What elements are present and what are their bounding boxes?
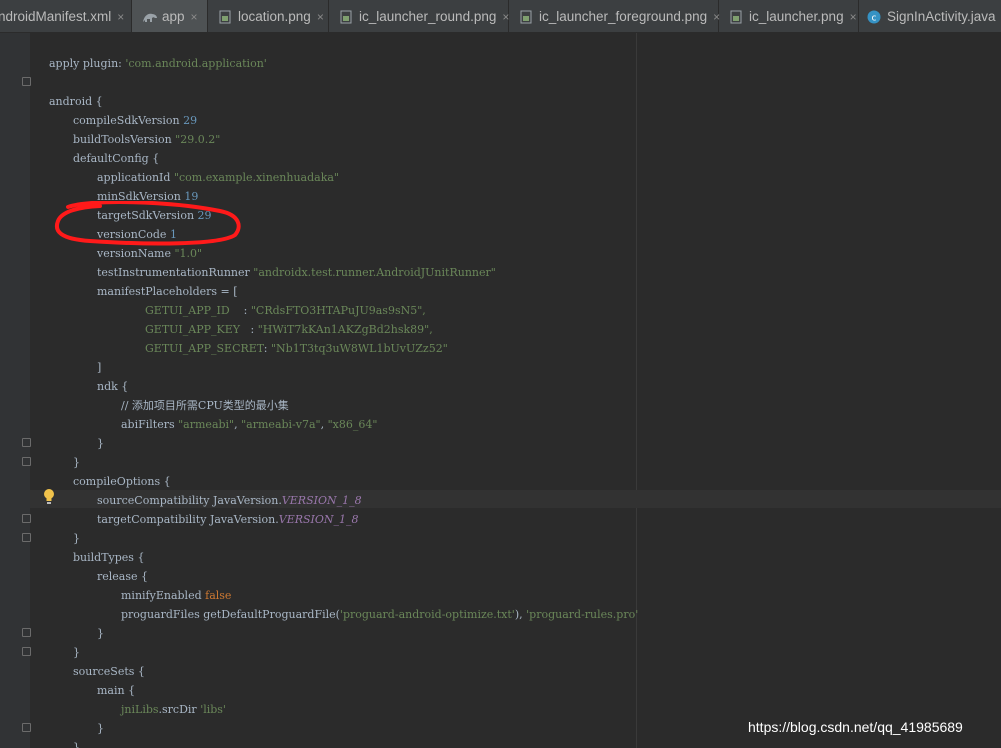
tab-ic-launcher[interactable]: ic_launcher.png × — [719, 0, 859, 32]
java-class-icon: c — [867, 10, 881, 24]
code-line: jniLibs.srcDir 'libs' — [121, 703, 226, 716]
watermark-text: https://blog.csdn.net/qq_41985689 — [748, 719, 963, 735]
code-line: applicationId "com.example.xinenhuadaka" — [97, 171, 339, 184]
code-line: compileSdkVersion 29 — [73, 114, 198, 127]
code-line: ndk { — [97, 380, 129, 393]
tab-app[interactable]: app × — [132, 0, 208, 32]
fold-icon[interactable] — [22, 533, 31, 542]
tab-ic-launcher-foreground[interactable]: ic_launcher_foreground.png × — [509, 0, 720, 32]
code-line: } — [73, 646, 80, 659]
right-margin-guide — [636, 33, 637, 748]
editor-tab-bar: ndroidManifest.xml × app × location.png … — [0, 0, 1001, 33]
close-icon[interactable]: × — [850, 10, 857, 24]
code-line: targetCompatibility JavaVersion.VERSION_… — [97, 513, 359, 526]
lightbulb-icon[interactable] — [42, 488, 56, 506]
tab-label: ic_launcher.png — [749, 9, 844, 24]
code-line: buildTypes { — [73, 551, 145, 564]
tab-label: location.png — [238, 9, 311, 24]
code-line: } — [97, 722, 104, 735]
code-line: GETUI_APP_SECRET: "Nb1T3tq3uW8WL1bUvUZz5… — [145, 342, 448, 355]
fold-icon[interactable] — [22, 457, 31, 466]
code-line: compileOptions { — [73, 475, 171, 488]
code-editor[interactable]: apply plugin: 'com.android.application' … — [0, 33, 1001, 748]
editor-gutter — [0, 33, 30, 748]
code-line: manifestPlaceholders = [ — [97, 285, 238, 298]
svg-text:c: c — [872, 13, 877, 23]
code-line: // 添加项目所需CPU类型的最小集 — [121, 399, 289, 412]
tab-label: ic_launcher_foreground.png — [539, 9, 708, 24]
fold-icon[interactable] — [22, 77, 31, 86]
code-line: sourceCompatibility JavaVersion.VERSION_… — [97, 494, 362, 507]
code-line: } — [73, 532, 80, 545]
image-file-icon — [339, 10, 353, 24]
tab-location-png[interactable]: location.png × — [208, 0, 329, 32]
close-icon[interactable]: × — [317, 10, 324, 24]
code-line: defaultConfig { — [73, 152, 160, 165]
code-line: apply plugin: 'com.android.application' — [49, 57, 267, 70]
code-line: ] — [97, 361, 102, 374]
tab-label: ndroidManifest.xml — [0, 9, 112, 24]
gradle-icon — [142, 10, 157, 24]
code-line: GETUI_APP_KEY : "HWiT7kKAn1AKZgBd2hsk89"… — [145, 323, 433, 336]
code-line: proguardFiles getDefaultProguardFile('pr… — [121, 608, 639, 621]
fold-icon[interactable] — [22, 438, 31, 447]
tab-android-manifest[interactable]: ndroidManifest.xml × — [0, 0, 132, 32]
fold-icon[interactable] — [22, 628, 31, 637]
code-line: } — [97, 437, 104, 450]
code-line: minSdkVersion 19 — [97, 190, 199, 203]
code-line: } — [97, 627, 104, 640]
tab-signin-activity[interactable]: c SignInActivity.java — [859, 0, 1001, 32]
code-line: android { — [49, 95, 103, 108]
image-file-icon — [218, 10, 232, 24]
image-file-icon — [519, 10, 533, 24]
code-line: GETUI_APP_ID : "CRdsFTO3HTAPuJU9as9sN5", — [145, 304, 426, 317]
tab-label: ic_launcher_round.png — [359, 9, 497, 24]
code-line: buildToolsVersion "29.0.2" — [73, 133, 221, 146]
tab-label: app — [162, 9, 185, 24]
close-icon[interactable]: × — [191, 10, 198, 24]
code-line: minifyEnabled false — [121, 589, 232, 602]
code-line: } — [73, 456, 80, 469]
code-line: sourceSets { — [73, 665, 145, 678]
fold-icon[interactable] — [22, 723, 31, 732]
red-annotation-circle — [54, 201, 241, 246]
code-line: } — [73, 741, 80, 748]
fold-icon[interactable] — [22, 514, 31, 523]
close-icon[interactable]: × — [117, 10, 124, 24]
image-file-icon — [729, 10, 743, 24]
fold-icon[interactable] — [22, 647, 31, 656]
code-line: main { — [97, 684, 136, 697]
code-line: } — [35, 738, 56, 748]
code-line: release { — [97, 570, 149, 583]
tab-label: SignInActivity.java — [887, 9, 996, 24]
code-line: abiFilters "armeabi", "armeabi-v7a", "x8… — [121, 418, 378, 431]
tab-ic-launcher-round[interactable]: ic_launcher_round.png × — [329, 0, 509, 32]
